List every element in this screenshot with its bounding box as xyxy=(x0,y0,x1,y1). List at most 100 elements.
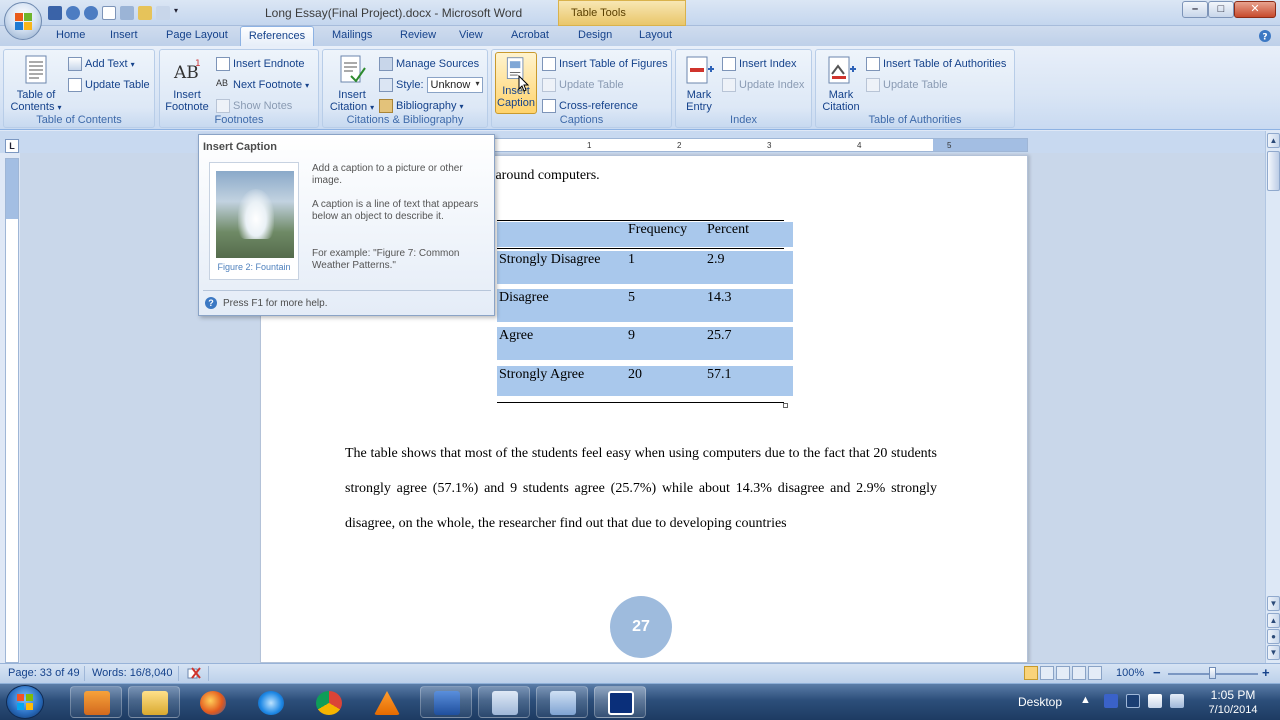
style-selector[interactable]: Style: Unknow ▾ xyxy=(379,76,483,94)
insert-table-of-authorities-button[interactable]: Insert Table of Authorities xyxy=(866,55,1006,73)
document-paragraph[interactable]: The table shows that most of the student… xyxy=(345,436,937,541)
tab-mailings[interactable]: Mailings xyxy=(332,29,372,41)
table-resize-handle[interactable] xyxy=(783,403,788,408)
insert-table-of-figures-button[interactable]: Insert Table of Figures xyxy=(542,55,668,73)
redo-icon[interactable] xyxy=(84,6,98,20)
tab-review[interactable]: Review xyxy=(400,29,436,41)
update-index-button[interactable]: Update Index xyxy=(722,76,804,94)
mark-entry-button[interactable]: Mark Entry xyxy=(678,54,720,113)
taskbar-chrome[interactable] xyxy=(302,686,354,718)
taskbar-firefox[interactable] xyxy=(186,686,238,718)
insert-footnote-button[interactable]: AB 1 Insert Footnote xyxy=(162,54,212,113)
next-page-button[interactable]: ▼ xyxy=(1267,645,1280,660)
save-icon[interactable] xyxy=(48,6,62,20)
undo-icon[interactable] xyxy=(66,6,80,20)
minimize-button[interactable]: – xyxy=(1182,1,1208,18)
toa-update-table-button[interactable]: Update Table xyxy=(866,76,948,94)
web-layout-icon[interactable] xyxy=(1056,666,1070,680)
toc-update-table-button[interactable]: Update Table xyxy=(68,76,150,94)
desktop-toolbar-label[interactable]: Desktop xyxy=(1018,695,1062,709)
tab-view[interactable]: View xyxy=(459,29,483,41)
ribbon-help-icon[interactable]: ? xyxy=(1258,29,1272,43)
tab-acrobat[interactable]: Acrobat xyxy=(511,29,549,41)
taskbar-explorer[interactable] xyxy=(128,686,180,718)
clock-time[interactable]: 1:05 PM xyxy=(1198,688,1268,702)
captions-update-table-button[interactable]: Update Table xyxy=(542,76,624,94)
scroll-down-button[interactable]: ▼ xyxy=(1267,596,1280,611)
zoom-level[interactable]: 100% xyxy=(1116,667,1144,679)
table-header-cell[interactable]: Frequency xyxy=(628,222,687,238)
taskbar-internet-explorer[interactable] xyxy=(244,686,296,718)
draft-view-icon[interactable] xyxy=(1088,666,1102,680)
outline-view-icon[interactable] xyxy=(1072,666,1086,680)
cross-reference-button[interactable]: Cross-reference xyxy=(542,97,638,115)
vertical-scrollbar[interactable]: ▲ ▼ ▲ ● ▼ xyxy=(1265,131,1280,663)
office-button[interactable] xyxy=(4,2,42,40)
table-cell[interactable]: 2.9 xyxy=(707,252,725,268)
network-icon[interactable] xyxy=(1148,694,1162,708)
table-cell[interactable]: 25.7 xyxy=(707,328,732,344)
data-table[interactable]: Frequency Percent Strongly Disagree 1 2.… xyxy=(497,220,793,408)
open-folder-icon[interactable] xyxy=(138,6,152,20)
table-of-contents-button[interactable]: Table of Contents ▾ xyxy=(8,54,64,114)
tab-references[interactable]: References xyxy=(240,26,314,47)
zoom-slider-thumb[interactable] xyxy=(1209,667,1216,679)
page-counter[interactable]: Page: 33 of 49 xyxy=(8,667,80,679)
new-document-icon[interactable] xyxy=(102,6,116,20)
insert-citation-button[interactable]: Insert Citation ▾ xyxy=(325,54,379,114)
tab-design[interactable]: Design xyxy=(578,29,612,41)
table-cell[interactable]: 5 xyxy=(628,290,635,306)
print-layout-view-icon[interactable] xyxy=(1024,666,1038,680)
table-cell[interactable]: 20 xyxy=(628,367,642,383)
table-cell[interactable]: 1 xyxy=(628,252,635,268)
manage-sources-button[interactable]: Manage Sources xyxy=(379,55,479,73)
word-count[interactable]: Words: 16/8,040 xyxy=(92,667,173,679)
table-header-cell[interactable]: Percent xyxy=(707,222,749,238)
mark-citation-button[interactable]: Mark Citation xyxy=(818,54,864,113)
taskbar-recorder[interactable] xyxy=(594,686,646,718)
clock-date[interactable]: 7/10/2014 xyxy=(1198,704,1268,716)
table-cell[interactable]: Disagree xyxy=(499,290,549,306)
tray-monitor-icon[interactable] xyxy=(1126,694,1140,708)
table-cell[interactable]: 9 xyxy=(628,328,635,344)
next-footnote-button[interactable]: AB Next Footnote ▾ xyxy=(216,76,309,94)
tray-app-icon[interactable] xyxy=(1104,694,1118,708)
bibliography-button[interactable]: Bibliography ▾ xyxy=(379,97,464,115)
scroll-up-button[interactable]: ▲ xyxy=(1267,133,1280,148)
taskbar-media-player[interactable] xyxy=(70,686,122,718)
scroll-thumb[interactable] xyxy=(1267,151,1280,191)
select-browse-object-button[interactable]: ● xyxy=(1267,629,1280,644)
zoom-in-button[interactable]: + xyxy=(1262,665,1270,680)
close-button[interactable]: ✕ xyxy=(1234,1,1276,18)
tab-selector[interactable]: L xyxy=(5,139,19,153)
table-cell[interactable]: 14.3 xyxy=(707,290,732,306)
insert-index-button[interactable]: Insert Index xyxy=(722,55,796,73)
add-text-button[interactable]: Add Text ▾ xyxy=(68,55,135,73)
format-painter-icon[interactable] xyxy=(156,6,170,20)
taskbar-word[interactable] xyxy=(420,686,472,718)
full-screen-reading-icon[interactable] xyxy=(1040,666,1054,680)
proofing-errors-icon[interactable] xyxy=(186,666,202,681)
show-notes-button[interactable]: Show Notes xyxy=(216,97,292,115)
print-preview-icon[interactable] xyxy=(120,6,134,20)
vertical-ruler[interactable] xyxy=(5,158,19,663)
insert-endnote-button[interactable]: Insert Endnote xyxy=(216,55,305,73)
table-cell[interactable]: Strongly Agree xyxy=(499,367,584,383)
style-dropdown[interactable]: Unknow ▾ xyxy=(426,77,483,93)
maximize-button[interactable]: □ xyxy=(1208,1,1234,18)
tab-layout[interactable]: Layout xyxy=(639,29,672,41)
taskbar-notepad[interactable] xyxy=(478,686,530,718)
taskbar-reader[interactable] xyxy=(536,686,588,718)
tab-home[interactable]: Home xyxy=(56,29,85,41)
action-center-icon[interactable] xyxy=(1170,694,1184,708)
table-cell[interactable]: Agree xyxy=(499,328,533,344)
tab-page-layout[interactable]: Page Layout xyxy=(166,29,228,41)
table-cell[interactable]: 57.1 xyxy=(707,367,732,383)
zoom-out-button[interactable]: − xyxy=(1153,665,1161,680)
taskbar-vlc[interactable] xyxy=(360,686,412,718)
customize-qat-icon[interactable]: ▾ xyxy=(174,6,182,20)
insert-caption-button[interactable]: Insert Caption xyxy=(495,52,537,114)
previous-page-button[interactable]: ▲ xyxy=(1267,613,1280,628)
tab-insert[interactable]: Insert xyxy=(110,29,138,41)
tray-expand-icon[interactable]: ▲ xyxy=(1080,694,1094,708)
